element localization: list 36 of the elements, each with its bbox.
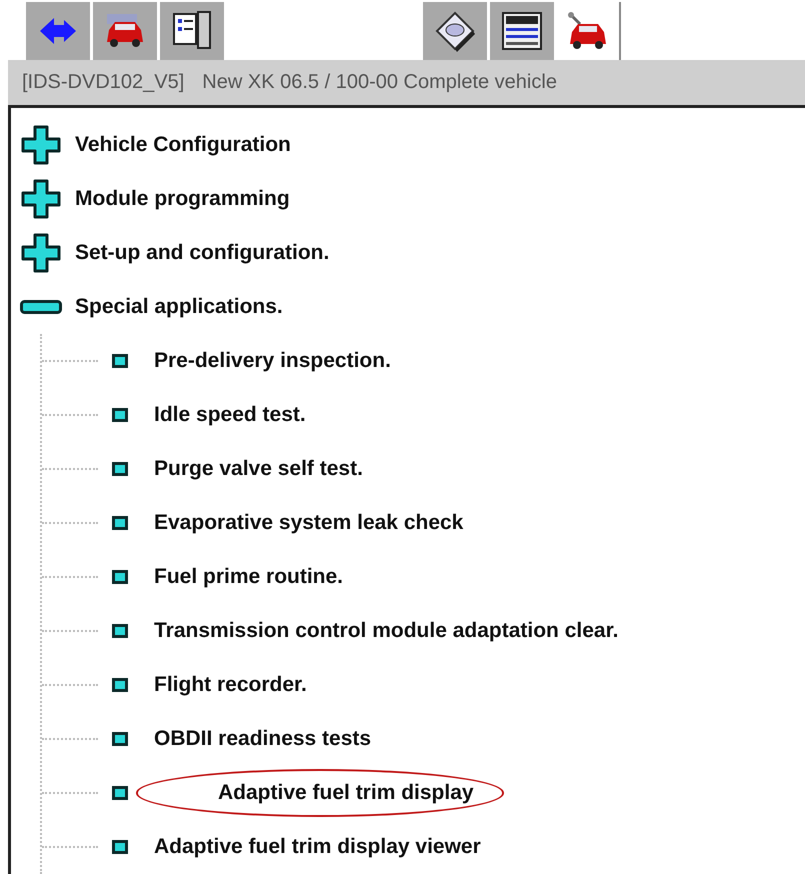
toolbar-button[interactable]: [490, 2, 554, 60]
leaf-node-icon: [112, 678, 128, 692]
tree-item[interactable]: Flight recorder.: [136, 663, 325, 707]
expand-icon[interactable]: [21, 233, 61, 273]
collapse-icon[interactable]: [20, 300, 62, 314]
leaf-node-icon: [112, 408, 128, 422]
tree-item[interactable]: Evaporative system leak check: [136, 501, 482, 545]
tree-item[interactable]: Vehicle Configuration: [75, 129, 291, 161]
document-icon: [170, 10, 214, 52]
leaf-node-icon: [112, 354, 128, 368]
tree-item[interactable]: Purge valve self test.: [136, 447, 381, 491]
leaf-node-icon: [112, 732, 128, 746]
expand-icon[interactable]: [21, 125, 61, 165]
leaf-node-icon: [112, 462, 128, 476]
leaf-node-icon: [112, 840, 128, 854]
leaf-node-icon: [112, 570, 128, 584]
tree-item[interactable]: Adaptive fuel trim display viewer: [136, 825, 499, 869]
tree-item[interactable]: Set-up and configuration.: [75, 237, 330, 269]
tree-item[interactable]: Pre-delivery inspection.: [136, 339, 409, 383]
leaf-node-icon: [112, 624, 128, 638]
toolbar-button[interactable]: [160, 2, 224, 60]
expand-icon[interactable]: [21, 179, 61, 219]
tree-item[interactable]: Transmission control module adaptation clear.: [136, 609, 636, 653]
tree-item[interactable]: OBDII readiness tests: [136, 717, 390, 761]
toolbar-button[interactable]: [423, 2, 487, 60]
tree-item[interactable]: Special applications.: [75, 291, 283, 323]
leaf-node-icon: [112, 516, 128, 530]
session-label: [IDS-DVD102_V5]: [22, 70, 184, 96]
tree-item[interactable]: Fuel prime routine.: [136, 555, 362, 599]
tree-item[interactable]: Module programming: [75, 183, 290, 215]
tree-item[interactable]: Adaptive fuel trim display: [136, 769, 504, 817]
vehicle-label: New XK 06.5 / 100-00 Complete vehicle: [202, 70, 557, 96]
tree-item[interactable]: Idle speed test.: [136, 393, 324, 437]
toolbar-button[interactable]: [93, 2, 157, 60]
control-panel-icon: [500, 10, 544, 52]
leaf-node-icon: [112, 786, 128, 800]
